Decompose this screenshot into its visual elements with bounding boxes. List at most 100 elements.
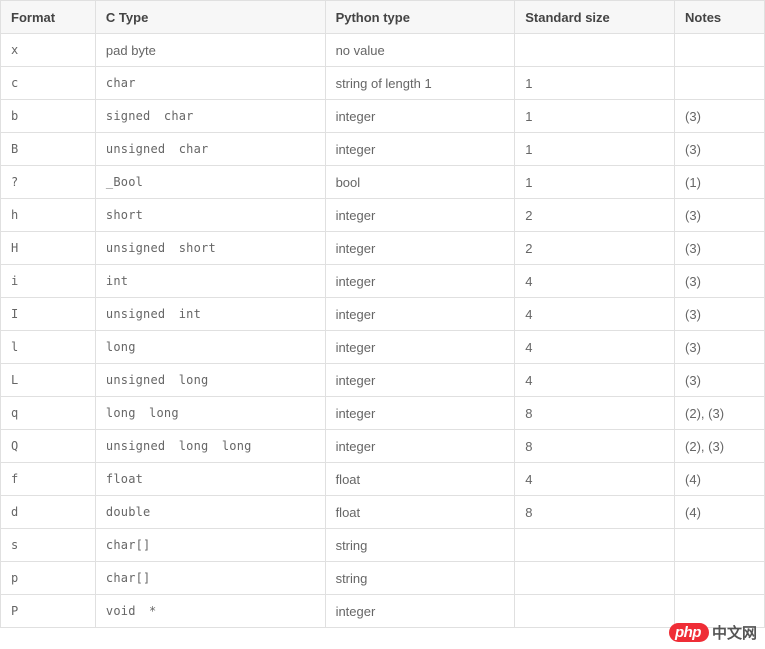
table-body: xpad byteno valueccharstring of length 1… [1,34,765,628]
cell-ctype: long [95,331,325,364]
cell-ctype: double [95,496,325,529]
cell-format: h [1,199,96,232]
cell-stdsize: 4 [515,298,675,331]
cell-ctype: pad byte [95,34,325,67]
cell-format: s [1,529,96,562]
table-head: Format C Type Python type Standard size … [1,1,765,34]
cell-format: H [1,232,96,265]
cell-stdsize: 8 [515,397,675,430]
table-row: Lunsigned longinteger4(3) [1,364,765,397]
cell-format: L [1,364,96,397]
cell-notes: (3) [675,199,765,232]
cell-python: integer [325,397,515,430]
header-notes: Notes [675,1,765,34]
cell-notes: (3) [675,265,765,298]
cell-ctype: _Bool [95,166,325,199]
table-row: llonginteger4(3) [1,331,765,364]
cell-notes: (3) [675,133,765,166]
format-table: Format C Type Python type Standard size … [0,0,765,628]
cell-ctype: unsigned char [95,133,325,166]
cell-notes: (1) [675,166,765,199]
cell-format: f [1,463,96,496]
cell-stdsize: 4 [515,364,675,397]
cell-stdsize: 1 [515,100,675,133]
cell-stdsize: 2 [515,199,675,232]
cell-format: l [1,331,96,364]
cell-python: string of length 1 [325,67,515,100]
cell-format: i [1,265,96,298]
cell-notes: (3) [675,100,765,133]
cell-format: Q [1,430,96,463]
cell-format: x [1,34,96,67]
cell-notes: (4) [675,496,765,529]
cell-format: ? [1,166,96,199]
table-row: pchar[]string [1,562,765,595]
table-row: ccharstring of length 11 [1,67,765,100]
cell-stdsize: 1 [515,67,675,100]
cell-python: integer [325,595,515,628]
header-format: Format [1,1,96,34]
table-row: bsigned charinteger1(3) [1,100,765,133]
cell-notes: (3) [675,298,765,331]
cell-python: string [325,562,515,595]
cell-python: integer [325,265,515,298]
cell-format: d [1,496,96,529]
watermark: php 中文网 [669,622,757,643]
watermark-text: 中文网 [712,622,757,643]
watermark-badge: php [669,623,709,642]
cell-stdsize [515,562,675,595]
cell-stdsize: 8 [515,496,675,529]
cell-ctype: unsigned long long [95,430,325,463]
cell-python: string [325,529,515,562]
cell-notes [675,562,765,595]
cell-stdsize [515,34,675,67]
table-row: ffloatfloat4(4) [1,463,765,496]
cell-ctype: int [95,265,325,298]
cell-ctype: char [95,67,325,100]
cell-python: no value [325,34,515,67]
cell-python: integer [325,100,515,133]
table-row: iintinteger4(3) [1,265,765,298]
cell-stdsize: 8 [515,430,675,463]
cell-python: integer [325,199,515,232]
table-row: Iunsigned intinteger4(3) [1,298,765,331]
cell-notes: (4) [675,463,765,496]
table-row: xpad byteno value [1,34,765,67]
cell-ctype: unsigned short [95,232,325,265]
table-row: hshortinteger2(3) [1,199,765,232]
header-stdsize: Standard size [515,1,675,34]
cell-ctype: float [95,463,325,496]
cell-notes: (3) [675,364,765,397]
table-row: ?_Boolbool1(1) [1,166,765,199]
cell-format: b [1,100,96,133]
cell-stdsize: 1 [515,133,675,166]
cell-stdsize: 4 [515,331,675,364]
cell-ctype: void * [95,595,325,628]
cell-format: P [1,595,96,628]
cell-format: c [1,67,96,100]
cell-notes [675,34,765,67]
cell-stdsize: 4 [515,463,675,496]
cell-ctype: char[] [95,562,325,595]
table-row: Hunsigned shortinteger2(3) [1,232,765,265]
cell-python: integer [325,232,515,265]
cell-ctype: short [95,199,325,232]
table-row: Bunsigned charinteger1(3) [1,133,765,166]
cell-ctype: unsigned long [95,364,325,397]
cell-notes: (3) [675,232,765,265]
cell-python: float [325,463,515,496]
cell-stdsize [515,529,675,562]
cell-notes: (2), (3) [675,397,765,430]
cell-python: float [325,496,515,529]
table-row: Pvoid *integer [1,595,765,628]
cell-python: integer [325,133,515,166]
cell-format: I [1,298,96,331]
cell-python: integer [325,430,515,463]
cell-ctype: unsigned int [95,298,325,331]
cell-notes [675,67,765,100]
table-row: qlong longinteger8(2), (3) [1,397,765,430]
cell-stdsize: 2 [515,232,675,265]
cell-notes: (3) [675,331,765,364]
cell-stdsize: 1 [515,166,675,199]
cell-notes: (2), (3) [675,430,765,463]
